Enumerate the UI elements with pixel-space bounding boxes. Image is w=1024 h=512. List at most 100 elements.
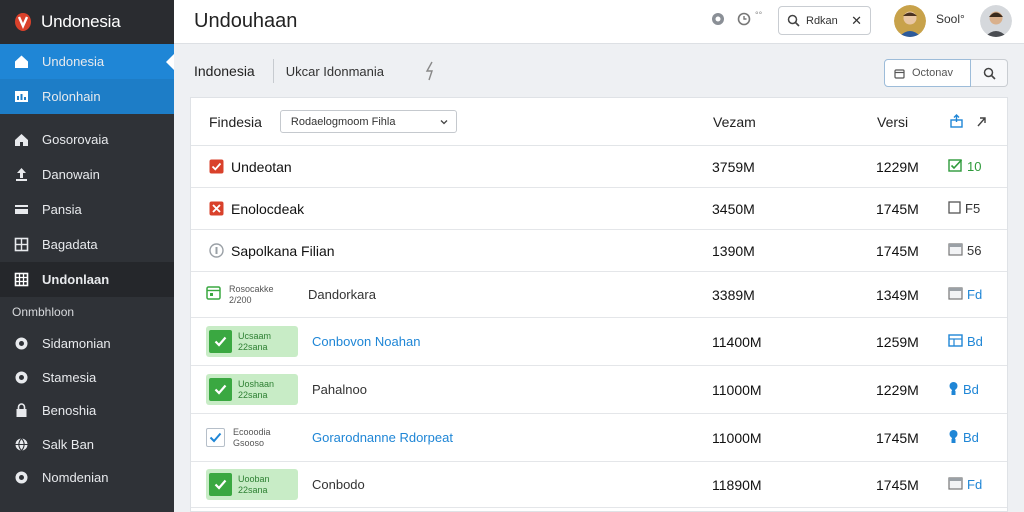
badge-text: Uooban 22sana (238, 474, 270, 496)
row-version: 1259M (876, 333, 919, 350)
brand-name: Undonesia (41, 12, 121, 31)
table-row[interactable]: Enolocdeak 3450M 1745M F5 (191, 188, 1007, 230)
blue-pin-icon (948, 381, 959, 399)
row-version: 1745M (876, 200, 919, 217)
sidebar-item-danowain[interactable]: Danowain (0, 157, 174, 192)
lightning-icon[interactable] (424, 61, 438, 81)
filter-search-button[interactable] (971, 59, 1008, 87)
sidebar-item-label: Sidamonian (42, 336, 111, 352)
sidebar-item-undonesia[interactable]: Undonesia (0, 44, 174, 79)
chevron-down-icon (440, 120, 448, 125)
notification-mark: °° (755, 10, 763, 20)
house-icon (13, 132, 29, 148)
row-size: 11400M (712, 333, 762, 350)
status-badge[interactable]: Ecooodia Gsooso (206, 422, 298, 453)
badge-line-1: Uoshaan (238, 378, 275, 389)
column-header-name[interactable]: Findesia (209, 114, 262, 130)
row-action[interactable]: Fd (948, 286, 982, 303)
row-size: 3450M (712, 200, 755, 217)
sidebar-item-pansia[interactable]: Pansia (0, 192, 174, 227)
sidebar-item-label: Nomdenian (42, 470, 109, 486)
row-name[interactable]: Conbodo (312, 477, 365, 492)
sidebar-item-undonlaan[interactable]: Undonlaan (0, 262, 174, 297)
user-name[interactable]: Sool° (936, 12, 965, 26)
column-header-size[interactable]: Vezam (713, 114, 756, 130)
row-action[interactable]: 10 (948, 158, 981, 176)
brand[interactable]: Undonesia (0, 0, 174, 44)
sidebar-item-label: Undonlaan (42, 272, 110, 287)
sidebar: Undonesia Undonesia Rolonhain Gosorovaia Da… (0, 0, 174, 512)
top-search-box[interactable]: Rdkan ✕ (778, 6, 871, 35)
sidebar-item-gosorovaia[interactable]: Gosorovaia (0, 122, 174, 157)
status-badge[interactable]: Ucsaam 22sana (206, 326, 298, 357)
share-icon[interactable] (949, 114, 964, 129)
table-row[interactable]: Uoshaan 22sana Pahalnoo 11000M 1229M Bd (191, 366, 1007, 414)
table-row[interactable]: Ecooodia Gsooso Gorarodnanne Rdorpeat 11000… (191, 414, 1007, 462)
table-row[interactable]: Ucsaam 22sana Conbovon Noahan 11400M 1259M Bd (191, 318, 1007, 366)
row-name[interactable]: Dandorkara (308, 287, 376, 302)
help-icon[interactable] (711, 12, 725, 26)
active-indicator (166, 54, 174, 70)
row-action[interactable]: Bd (948, 429, 979, 447)
red-check-icon (209, 159, 224, 174)
sidebar-item-rolonhain[interactable]: Rolonhain (0, 79, 174, 114)
status-badge[interactable]: Rosocakke 2/200 (206, 279, 298, 310)
table-row[interactable]: Undeotan 3759M 1229M 10 (191, 146, 1007, 188)
globe-icon (13, 436, 29, 452)
breadcrumb[interactable]: Ukcar Idonmania (286, 64, 384, 79)
row-action[interactable]: Bd (948, 333, 983, 350)
filter-select[interactable]: Rodaelogmoom Fihla (279, 110, 457, 133)
sidebar-item-salk-ban[interactable]: Salk Ban (0, 428, 174, 462)
page-title: Undouhaan (194, 10, 298, 32)
row-version: 1745M (876, 242, 919, 259)
table-row[interactable]: Rosocakke 2/200 Dandorkara 3389M 1349M Fd (191, 272, 1007, 318)
filter-search-input[interactable]: Octonav (884, 59, 971, 87)
clear-search-icon[interactable]: ✕ (851, 13, 862, 29)
chart-icon (13, 89, 29, 105)
sidebar-item-bagadata[interactable]: Bagadata (0, 227, 174, 262)
checkbox-icon (206, 428, 225, 447)
clock-icon[interactable] (737, 12, 751, 26)
row-name[interactable]: Undeotan (231, 159, 292, 175)
badge-line-1: Uooban (238, 473, 270, 484)
check-icon (209, 473, 232, 496)
badge-line-1: Rosocakke (229, 283, 274, 294)
sidebar-item-label: Pansia (42, 202, 82, 217)
subbar: Indonesia Ukcar Idonmania Octonav (174, 45, 1024, 97)
badge-line-1: Ecooodia (233, 426, 271, 437)
badge-text: Rosocakke 2/200 (229, 284, 274, 306)
grid-icon (13, 237, 29, 253)
row-action[interactable]: Bd (948, 381, 979, 399)
brand-logo-icon (15, 13, 31, 31)
arrow-up-right-icon[interactable] (974, 114, 989, 129)
sidebar-item-nomdenian[interactable]: Nomdenian (0, 461, 174, 495)
row-name[interactable]: Conbovon Noahan (312, 334, 420, 349)
circle-icon (13, 336, 29, 352)
green-calendar-icon (206, 285, 221, 305)
row-action-label: Fd (967, 477, 983, 492)
row-action[interactable]: F5 (948, 200, 980, 217)
row-size: 1390M (712, 242, 755, 259)
red-x-icon (209, 201, 224, 216)
table-panel: Findesia Rodaelogmoom Fihla Vezam Versi … (190, 97, 1008, 512)
sidebar-item-sidamonian[interactable]: Sidamonian (0, 327, 174, 361)
sidebar-item-stamesia[interactable]: Stamesia (0, 361, 174, 395)
doc-icon (948, 476, 963, 493)
row-action[interactable]: 56 (948, 242, 981, 259)
row-name[interactable]: Pahalnoo (312, 382, 367, 397)
sidebar-item-label: Salk Ban (42, 436, 95, 452)
table-row[interactable]: Sapolkana Filian 1390M 1745M 56 (191, 230, 1007, 272)
row-name[interactable]: Gorarodnanne Rdorpeat (312, 430, 453, 445)
row-name[interactable]: Sapolkana Filian (231, 243, 335, 259)
column-header-version[interactable]: Versi (877, 114, 908, 130)
table-row[interactable]: Uooban 22sana Conbodo 11890M 1745M Fd (191, 462, 1007, 508)
row-name[interactable]: Enolocdeak (231, 201, 304, 217)
avatar-secondary[interactable] (980, 5, 1012, 37)
sidebar-item-label: Bagadata (42, 237, 98, 252)
avatar[interactable] (894, 5, 926, 37)
status-badge[interactable]: Uooban 22sana (206, 469, 298, 500)
sidebar-item-benoshia[interactable]: Benoshia (0, 394, 174, 428)
status-badge[interactable]: Uoshaan 22sana (206, 374, 298, 405)
row-action[interactable]: Fd (948, 476, 983, 493)
lock-icon (13, 403, 29, 419)
